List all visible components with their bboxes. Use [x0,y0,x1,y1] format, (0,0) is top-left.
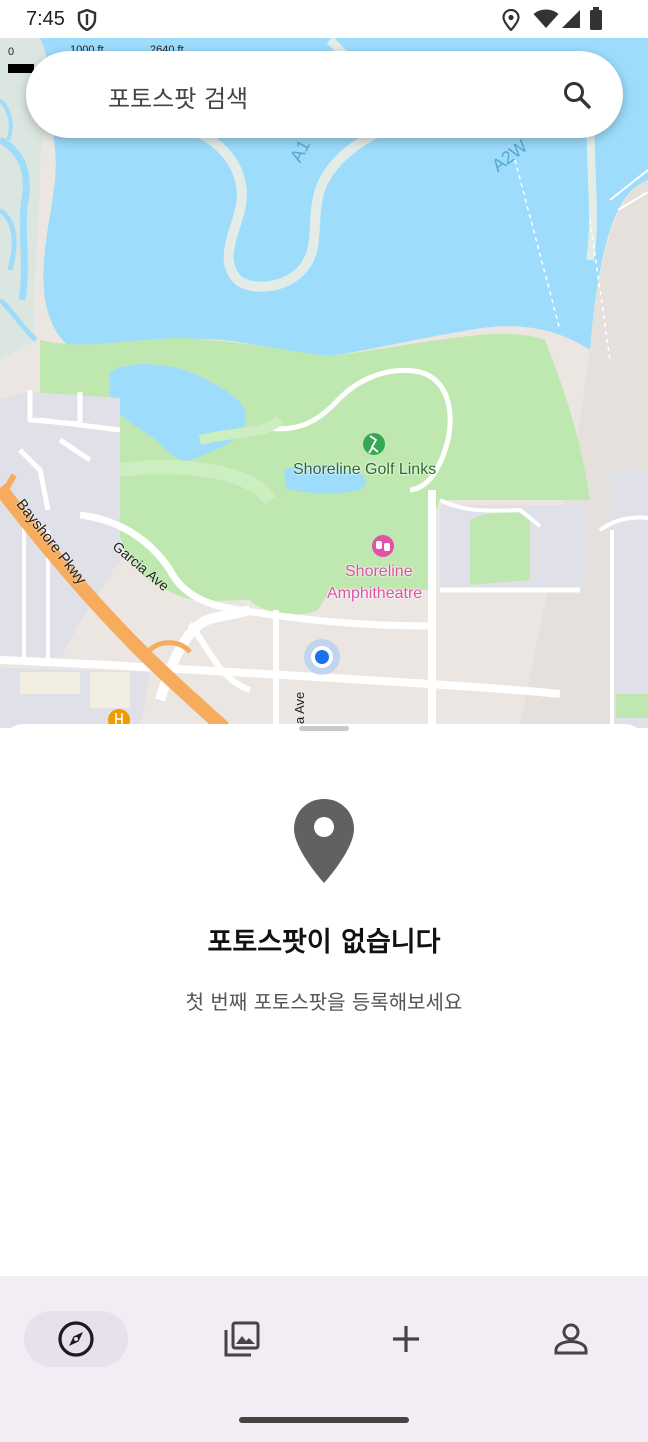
person-icon [554,1323,588,1355]
empty-state-subtitle: 첫 번째 포토스팟을 등록해보세요 [185,990,463,1014]
app-screen: 7:45 0 1000 ft 2640 ft A2W A1 Shoreline … [0,0,648,1442]
status-time: 7:45 [26,8,65,30]
bottom-navigation [0,1276,648,1442]
add-icon [393,1326,419,1352]
nav-tab-profile[interactable] [519,1311,623,1367]
shield-icon [77,9,97,31]
map-label-amphitheatre-1[interactable]: Shoreline [345,563,413,581]
sheet-drag-handle[interactable] [299,726,349,731]
signal-icon [562,10,580,28]
empty-state-title: 포토스팟이 없습니다 [207,927,441,958]
map-label-golf[interactable]: Shoreline Golf Links [293,461,436,479]
search-bar[interactable]: 포토스팟 검색 [26,51,623,138]
bottom-sheet: 포토스팟이 없습니다 첫 번째 포토스팟을 등록해보세요 [0,724,648,1284]
location-status-icon [502,9,520,31]
wifi-icon [533,9,559,28]
status-bar: 7:45 [0,0,648,38]
location-pin-icon [294,799,354,883]
photo-library-icon [224,1321,260,1357]
map-view[interactable]: 0 1000 ft 2640 ft A2W A1 Shoreline Golf … [0,38,648,728]
map-label-road-fragment: a Ave [292,691,307,724]
map-canvas [0,38,648,728]
explore-icon [58,1321,94,1357]
nav-tab-gallery[interactable] [190,1311,294,1367]
nav-tab-add[interactable] [354,1311,458,1367]
nav-tab-explore[interactable] [24,1311,128,1367]
gesture-bar [239,1417,409,1423]
battery-icon [590,7,602,30]
map-label-amphitheatre-2[interactable]: Amphitheatre [327,585,422,603]
search-icon[interactable] [561,79,593,111]
search-input[interactable]: 포토스팟 검색 [108,79,248,114]
scale-label-zero: 0 [8,46,15,58]
